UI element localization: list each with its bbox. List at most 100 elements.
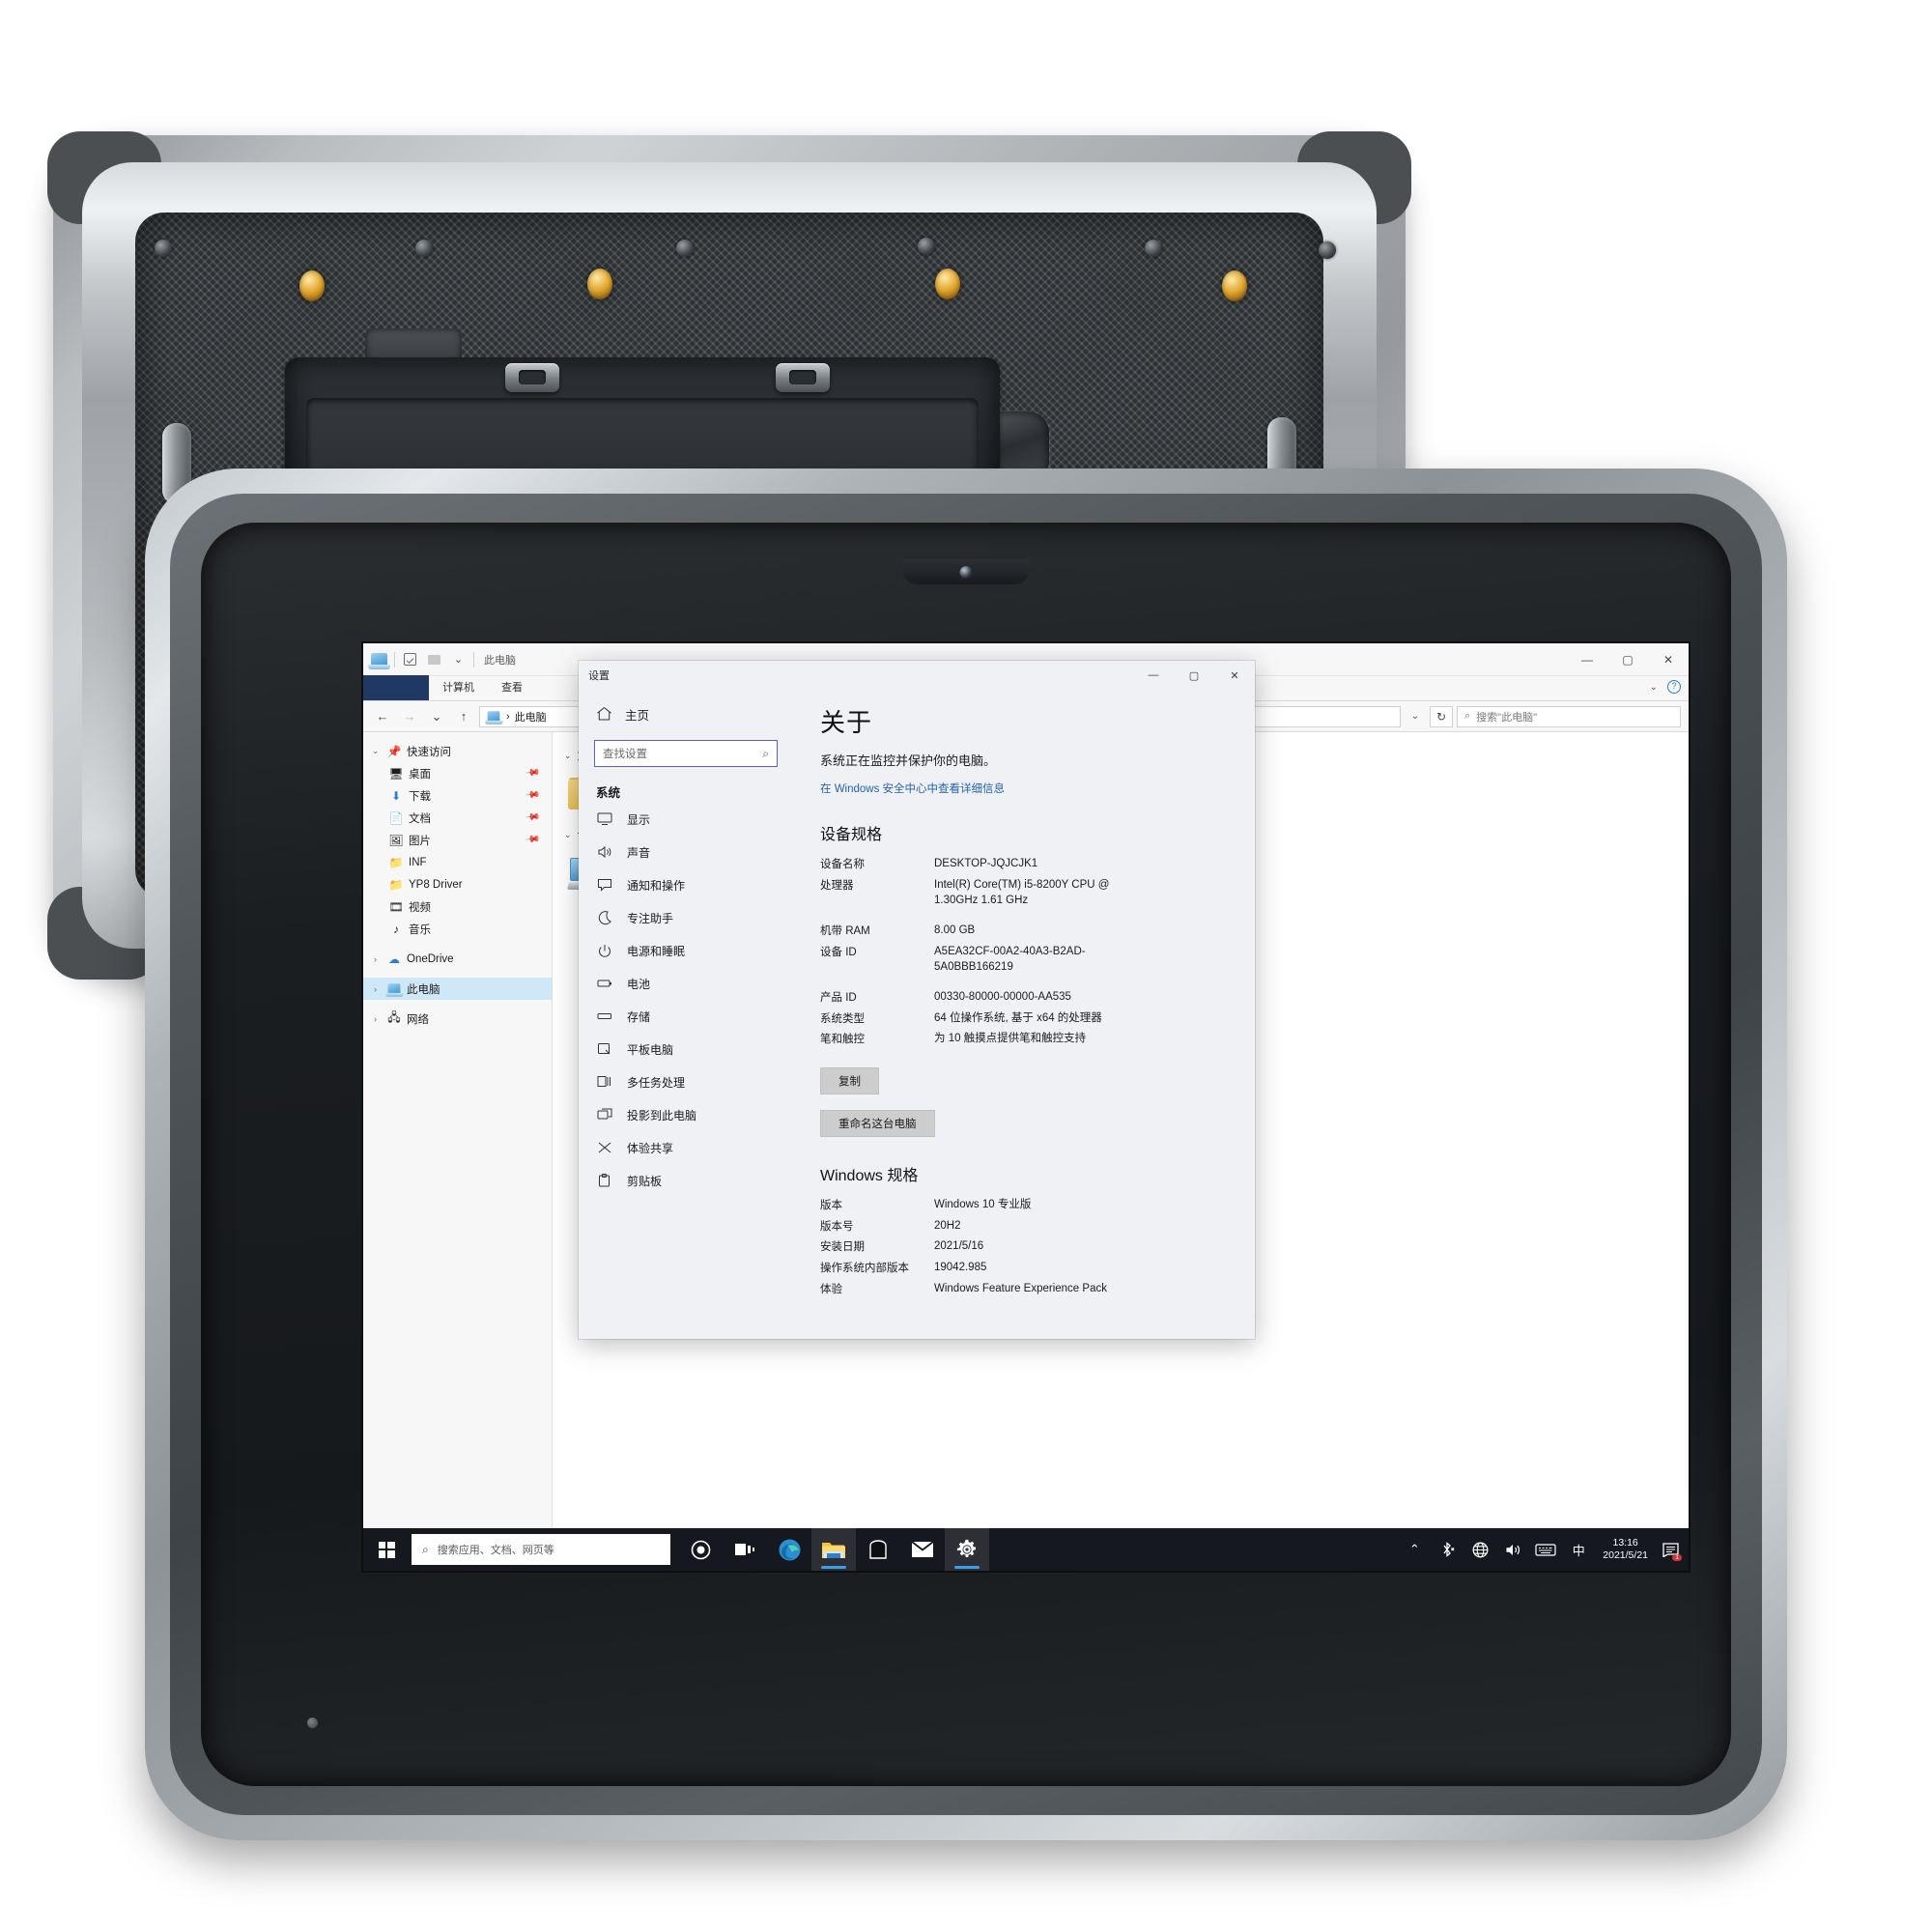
sidebar-item-label: 平板电脑 — [627, 1042, 674, 1057]
minimize-button[interactable]: — — [1133, 661, 1174, 690]
search-icon: ⌕ — [422, 1542, 429, 1556]
sidebar-item-label: 存储 — [627, 1009, 651, 1024]
address-chevron-icon[interactable]: ⌄ — [1405, 706, 1426, 727]
pin-icon[interactable]: 📌 — [524, 787, 540, 803]
search-placeholder: 搜索"此电脑" — [1476, 711, 1537, 724]
file-explorer-icon[interactable] — [811, 1528, 856, 1571]
sidebar-item-music[interactable]: ♪ 音乐 — [363, 918, 552, 940]
security-center-link[interactable]: 在 Windows 安全中心中查看详细信息 — [820, 781, 1237, 796]
bluetooth-off-icon[interactable] — [1431, 1528, 1463, 1571]
tab-view[interactable]: 查看 — [488, 675, 536, 700]
sidebar-item-yp8-driver[interactable]: 📁 YP8 Driver — [363, 873, 552, 895]
settings-titlebar[interactable]: 设置 — ▢ ✕ — [579, 661, 1255, 690]
refresh-button[interactable]: ↻ — [1430, 705, 1453, 727]
close-button[interactable]: ✕ — [1648, 643, 1689, 676]
sidebar-item-display[interactable]: 显示 — [579, 803, 793, 836]
sidebar-item-focus-assist[interactable]: 专注助手 — [579, 901, 793, 934]
settings-nav-pane: 主页 查找设置 ⌕ 系统 显示 声音 通知和操作 专注助手 电源和睡眠 电池 存… — [579, 690, 793, 1339]
sidebar-item-label: 视频 — [409, 901, 431, 914]
sidebar-item-this-pc[interactable]: › 此电脑 — [363, 978, 552, 1000]
clock-date: 2021/5/21 — [1603, 1549, 1648, 1561]
battery-latch-right[interactable] — [776, 363, 830, 392]
clock[interactable]: 13:16 2021/5/21 — [1595, 1537, 1656, 1562]
sidebar-item-label: 通知和操作 — [627, 878, 686, 893]
file-explorer-search-input[interactable]: ⌕ 搜索"此电脑" — [1457, 705, 1681, 727]
tab-file[interactable] — [363, 675, 429, 700]
file-explorer-title: 此电脑 — [484, 654, 516, 667]
settings-search-input[interactable]: 查找设置 ⌕ — [594, 740, 778, 767]
sidebar-item-multitasking[interactable]: 多任务处理 — [579, 1065, 793, 1098]
recent-locations-button[interactable]: ⌄ — [425, 705, 448, 728]
edge-icon[interactable] — [767, 1528, 811, 1571]
sidebar-item-network[interactable]: › 🖧 网络 — [363, 1008, 552, 1030]
rename-pc-button[interactable]: 重命名这台电脑 — [820, 1110, 935, 1138]
customize-chevron-icon[interactable]: ⌄ — [449, 650, 468, 668]
sidebar-item-label: 声音 — [627, 845, 651, 860]
sidebar-item-videos[interactable]: 🎞 视频 — [363, 895, 552, 918]
sidebar-item-shared-experiences[interactable]: 体验共享 — [579, 1131, 793, 1164]
taskbar-search-input[interactable]: ⌕ 搜索应用、文档、网页等 — [412, 1534, 670, 1565]
forward-button[interactable]: → — [398, 705, 421, 728]
sidebar-item-documents[interactable]: 📄 文档 📌 — [363, 807, 552, 829]
sidebar-item-onedrive[interactable]: › ☁ OneDrive — [363, 948, 552, 970]
touch-keyboard-icon[interactable] — [1529, 1528, 1562, 1571]
protection-status-text: 系统正在监控并保护你的电脑。 — [820, 753, 997, 768]
network-icon[interactable] — [1463, 1528, 1496, 1571]
mail-icon[interactable] — [900, 1528, 945, 1571]
settings-icon[interactable] — [945, 1528, 989, 1571]
sidebar-item-battery[interactable]: 电池 — [579, 967, 793, 1000]
chevron-down-icon[interactable]: ⌄ — [564, 830, 572, 840]
start-button[interactable] — [363, 1528, 410, 1571]
spec-key: 体验 — [820, 1283, 842, 1295]
properties-icon[interactable] — [401, 650, 419, 668]
sidebar-item-clipboard[interactable]: 剪贴板 — [579, 1164, 793, 1197]
up-button[interactable]: ↑ — [452, 705, 475, 728]
chevron-down-icon[interactable]: ⌄ — [369, 746, 382, 756]
maximize-button[interactable]: ▢ — [1174, 661, 1214, 690]
sidebar-item-label: 网络 — [407, 1013, 429, 1026]
action-center-icon[interactable]: 1 — [1656, 1528, 1685, 1571]
ribbon-expand-chevron-icon[interactable]: ⌄ — [1650, 682, 1658, 693]
sidebar-item-inf[interactable]: 📁 INF — [363, 851, 552, 873]
sidebar-item-storage[interactable]: 存储 — [579, 1000, 793, 1033]
chevron-down-icon[interactable]: ⌄ — [564, 751, 572, 761]
ime-chinese-icon[interactable]: 中 — [1562, 1528, 1595, 1571]
minimize-button[interactable]: — — [1567, 643, 1607, 676]
search-icon: ⌕ — [762, 746, 769, 760]
sidebar-item-sound[interactable]: 声音 — [579, 836, 793, 868]
maximize-button[interactable]: ▢ — [1607, 643, 1648, 676]
new-folder-icon[interactable] — [425, 650, 443, 668]
volume-icon[interactable] — [1496, 1528, 1529, 1571]
close-button[interactable]: ✕ — [1214, 661, 1255, 690]
copy-button[interactable]: 复制 — [820, 1067, 879, 1095]
sidebar-item-notifications[interactable]: 通知和操作 — [579, 868, 793, 901]
task-view-icon[interactable] — [723, 1528, 767, 1571]
pin-icon[interactable]: 📌 — [524, 810, 540, 825]
spec-key: 版本号 — [820, 1220, 854, 1233]
help-icon[interactable]: ? — [1667, 680, 1681, 694]
clock-time: 13:16 — [1612, 1536, 1638, 1548]
pin-icon[interactable]: 📌 — [524, 832, 540, 847]
battery-latch-left[interactable] — [505, 363, 559, 392]
chevron-right-icon[interactable]: › — [369, 1014, 382, 1024]
clipboard-icon — [596, 1172, 613, 1189]
microsoft-store-icon[interactable] — [856, 1528, 900, 1571]
sidebar-item-downloads[interactable]: ⬇ 下载 📌 — [363, 784, 552, 807]
sidebar-item-tablet[interactable]: 平板电脑 — [579, 1033, 793, 1065]
back-button[interactable]: ← — [371, 705, 394, 728]
tab-computer[interactable]: 计算机 — [429, 675, 488, 700]
sidebar-item-power-sleep[interactable]: 电源和睡眠 — [579, 934, 793, 967]
pin-icon[interactable]: 📌 — [524, 765, 540, 781]
sidebar-item-desktop[interactable]: 🖥 桌面 📌 — [363, 762, 552, 784]
spec-key: 设备 ID — [820, 946, 857, 958]
cortana-icon[interactable] — [678, 1528, 723, 1571]
file-explorer-nav-pane: ⌄ 📌 快速访问 🖥 桌面 📌 ⬇ 下载 📌 📄 文档 📌 🖼 图片 📌 📁 I… — [363, 732, 553, 1548]
windows-start-icon — [378, 1541, 395, 1558]
chevron-right-icon[interactable]: › — [369, 984, 382, 994]
show-hidden-icons-chevron[interactable]: ⌃ — [1398, 1528, 1431, 1571]
sidebar-item-home[interactable]: 主页 — [579, 697, 793, 730]
sidebar-item-quick-access[interactable]: ⌄ 📌 快速访问 — [363, 740, 552, 762]
sidebar-item-project[interactable]: 投影到此电脑 — [579, 1098, 793, 1131]
sidebar-item-pictures[interactable]: 🖼 图片 📌 — [363, 829, 552, 851]
chevron-right-icon[interactable]: › — [369, 954, 382, 964]
